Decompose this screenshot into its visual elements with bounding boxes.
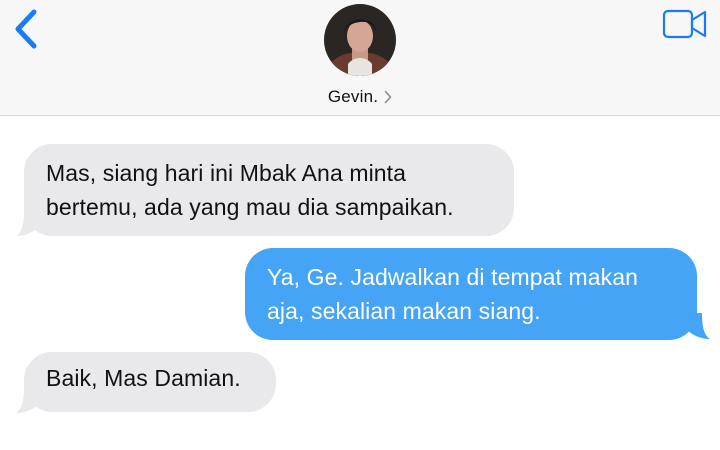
message-line: Baik, Mas Damian. bbox=[46, 365, 241, 391]
contact-avatar[interactable] bbox=[324, 4, 396, 76]
message-bubble-outgoing[interactable]: Ya, Ge. Jadwalkan di tempat makan aja, s… bbox=[245, 248, 697, 340]
chevron-right-icon bbox=[384, 90, 392, 104]
conversation-header: Gevin. bbox=[0, 0, 720, 116]
back-button[interactable] bbox=[8, 8, 44, 52]
contact-details-link[interactable]: Gevin. bbox=[0, 84, 720, 110]
avatar-image bbox=[324, 4, 396, 76]
contact-name: Gevin. bbox=[327, 87, 379, 106]
message-line: Ya, Ge. Jadwalkan di tempat makan bbox=[267, 264, 639, 290]
facetime-video-button[interactable] bbox=[662, 8, 708, 40]
chevron-left-icon bbox=[15, 9, 37, 49]
message-line: Mas, siang hari ini Mbak Ana minta bbox=[46, 160, 407, 186]
message-line: bertemu, ada yang mau dia sampaikan. bbox=[46, 194, 454, 220]
message-bubble-incoming[interactable]: Mas, siang hari ini Mbak Ana minta berte… bbox=[24, 144, 514, 236]
message-bubble-incoming[interactable]: Baik, Mas Damian. bbox=[24, 352, 276, 412]
video-camera-icon bbox=[662, 9, 707, 39]
message-line: aja, sekalian makan siang. bbox=[267, 298, 541, 324]
